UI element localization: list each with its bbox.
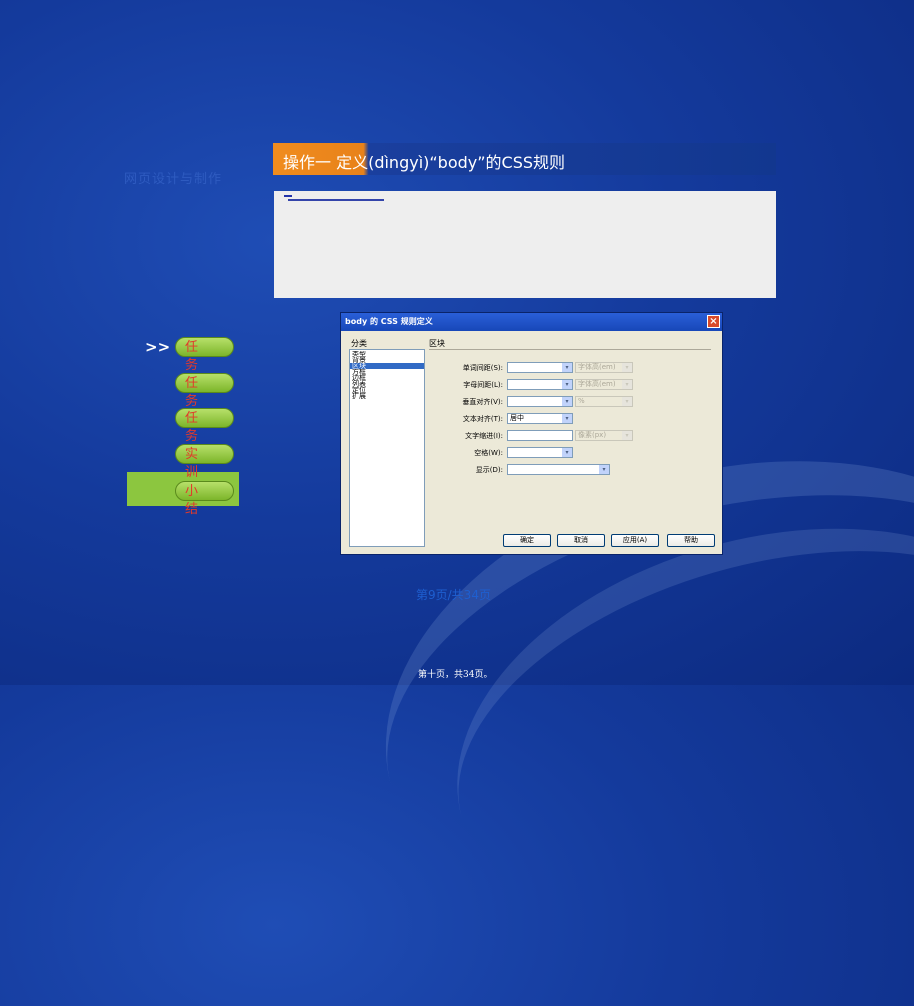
chevron-down-icon: ▾ bbox=[622, 380, 632, 389]
text-align-label: 文本对齐(T): bbox=[462, 415, 503, 423]
display-label: 显示(D): bbox=[475, 466, 503, 474]
help-button[interactable]: 帮助 bbox=[667, 534, 715, 547]
nav-label-summary[interactable]: 小结 bbox=[185, 483, 199, 519]
word-spacing-label: 单词间距(S): bbox=[462, 364, 503, 372]
apply-button[interactable]: 应用(A) bbox=[611, 534, 659, 547]
dialog-title-bar: body 的 CSS 规则定义 × bbox=[341, 313, 722, 331]
display-select[interactable]: ▾ bbox=[507, 464, 610, 475]
chevron-down-icon: ▾ bbox=[562, 448, 572, 457]
current-task-arrow: >> bbox=[145, 338, 171, 356]
chevron-down-icon: ▾ bbox=[562, 363, 572, 372]
category-label: 分类 bbox=[351, 339, 367, 348]
close-icon[interactable]: × bbox=[707, 315, 720, 328]
section-divider bbox=[429, 349, 711, 350]
slide-faded-title: 网页设计与制作 bbox=[124, 172, 223, 187]
text-indent-unit: 像素(px) ▾ bbox=[575, 430, 633, 441]
chevron-down-icon: ▾ bbox=[562, 380, 572, 389]
chevron-down-icon: ▾ bbox=[562, 397, 572, 406]
letter-spacing-label: 字母间距(L): bbox=[463, 381, 503, 389]
code-line bbox=[288, 199, 384, 201]
nav-label-training[interactable]: 实训 bbox=[185, 446, 199, 482]
chevron-down-icon: ▾ bbox=[622, 363, 632, 372]
operation-header: 操作一 定义(dìngyì)“body”的CSS规则 bbox=[273, 143, 776, 175]
chevron-down-icon: ▾ bbox=[622, 397, 632, 406]
whitespace-label: 空格(W): bbox=[474, 449, 503, 457]
nav-button-task-3[interactable] bbox=[175, 408, 234, 428]
vertical-align-select[interactable]: ▾ bbox=[507, 396, 573, 407]
cancel-button[interactable]: 取消 bbox=[557, 534, 605, 547]
dialog-title: body 的 CSS 规则定义 bbox=[345, 317, 433, 326]
chevron-down-icon: ▾ bbox=[599, 465, 609, 474]
code-screenshot-box bbox=[274, 191, 776, 298]
chevron-down-icon: ▾ bbox=[622, 431, 632, 440]
page-indicator: 第9页/共34页 bbox=[416, 588, 491, 602]
vertical-align-label: 垂直对齐(V): bbox=[462, 398, 503, 406]
chevron-down-icon: ▾ bbox=[562, 414, 572, 423]
operation-title: 操作一 定义(dìngyì)“body”的CSS规则 bbox=[283, 153, 566, 172]
text-align-select[interactable]: 居中 ▾ bbox=[507, 413, 573, 424]
page-footer: 第十页，共34页。 bbox=[418, 670, 493, 680]
text-indent-input[interactable] bbox=[507, 430, 573, 441]
letter-spacing-unit: 字体高(em) ▾ bbox=[575, 379, 633, 390]
word-spacing-select[interactable]: ▾ bbox=[507, 362, 573, 373]
vertical-align-unit: % ▾ bbox=[575, 396, 633, 407]
whitespace-select[interactable]: ▾ bbox=[507, 447, 573, 458]
nav-button-training[interactable] bbox=[175, 444, 234, 464]
nav-button-task-1[interactable] bbox=[175, 337, 234, 357]
letter-spacing-select[interactable]: ▾ bbox=[507, 379, 573, 390]
nav-button-task-2[interactable] bbox=[175, 373, 234, 393]
ok-button[interactable]: 确定 bbox=[503, 534, 551, 547]
section-label: 区块 bbox=[429, 339, 445, 348]
css-rule-dialog: body 的 CSS 规则定义 × 分类 区块 类型 背景 区块 方框 边框 列… bbox=[340, 312, 723, 555]
word-spacing-unit: 字体高(em) ▾ bbox=[575, 362, 633, 373]
text-indent-label: 文字缩进(I): bbox=[465, 432, 503, 440]
code-line bbox=[284, 195, 292, 197]
nav-button-summary[interactable] bbox=[175, 481, 234, 501]
